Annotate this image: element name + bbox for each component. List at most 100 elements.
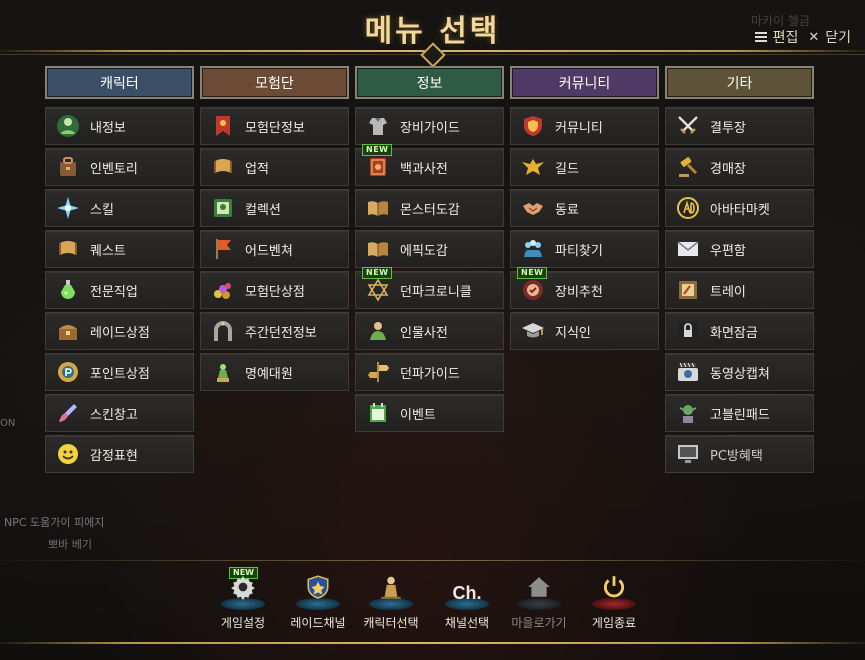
menu-item-label: 스킨창고 — [90, 407, 138, 423]
menu-item[interactable]: 포인트상점 — [45, 353, 194, 391]
crossed-swords-icon — [675, 113, 701, 139]
menu-item[interactable]: 지식인 — [510, 312, 659, 350]
menu-item-label: 아바타마켓 — [710, 202, 770, 218]
menu-item[interactable]: 스킬 — [45, 189, 194, 227]
menu-item[interactable]: NEW 백과사전 — [355, 144, 504, 186]
menu-item[interactable]: 던파가이드 — [355, 353, 504, 391]
menu-item[interactable]: NEW 장비추천 — [510, 267, 659, 309]
power-icon — [601, 574, 627, 604]
menu-item[interactable]: NEW 던파크로니클 — [355, 267, 504, 309]
raid-shield-button[interactable]: 레이드채널 — [282, 572, 354, 631]
lock-icon — [675, 318, 701, 344]
menu-item[interactable]: 모험단정보 — [200, 107, 349, 145]
column-header: 모험단 — [200, 66, 349, 99]
menu-item-label: 화면잠금 — [710, 325, 758, 341]
goblin-icon — [675, 400, 701, 426]
party-icon — [520, 236, 546, 262]
potion-icon — [55, 277, 81, 303]
channel-button[interactable]: Ch. 채널선택 — [431, 572, 503, 631]
channel-icon: Ch. — [452, 583, 482, 603]
treasure-icon — [210, 277, 236, 303]
menu-item[interactable]: 주간던전정보 — [200, 312, 349, 350]
menu-item[interactable]: PC방혜택 — [665, 435, 814, 473]
menu-item[interactable]: 전문직업 — [45, 271, 194, 309]
menu-item-label: 모험단상점 — [245, 284, 305, 300]
menu-column: 기타 결투장 경매장 아바타마켓 우편함 트레이 화면잠금 동영상캡쳐 고블린패드 PC방혜택 — [665, 66, 814, 476]
menu-item[interactable]: 에픽도감 — [355, 230, 504, 268]
banner-icon — [210, 113, 236, 139]
menu-item-label: 던파크로니클 — [400, 284, 472, 300]
signpost-icon — [365, 359, 391, 385]
menu-item-label: 우편함 — [710, 243, 746, 259]
menu-item[interactable]: 화면잠금 — [665, 312, 814, 350]
menu-item[interactable]: 내정보 — [45, 107, 194, 145]
bottom-button-label: 게임종료 — [591, 616, 637, 630]
power-button[interactable]: 게임종료 — [578, 572, 650, 631]
menu-item[interactable]: 우편함 — [665, 230, 814, 268]
menu-header: 마카이 헬금 메뉴 선택 편집 ✕ 닫기 — [0, 0, 865, 68]
menu-item[interactable]: 커뮤니티 — [510, 107, 659, 145]
edge-text: ON — [0, 418, 16, 429]
home-icon — [526, 574, 552, 604]
close-button[interactable]: ✕ 닫기 — [808, 27, 851, 47]
close-icon: ✕ — [808, 29, 820, 45]
bottom-button-label: 채널선택 — [444, 616, 490, 630]
menu-item[interactable]: 업적 — [200, 148, 349, 186]
gear-button[interactable]: NEW 게임설정 — [207, 567, 279, 631]
menu-item[interactable]: 스킨창고 — [45, 394, 194, 432]
menu-item-label: 트레이 — [710, 284, 746, 300]
menu-item[interactable]: 인벤토리 — [45, 148, 194, 186]
bag-icon — [55, 154, 81, 180]
eagle-icon — [520, 154, 546, 180]
menu-item[interactable]: 인물사전 — [355, 312, 504, 350]
menu-item[interactable]: 고블린패드 — [665, 394, 814, 432]
shield-icon — [520, 113, 546, 139]
hexagram-icon — [365, 277, 391, 303]
open-book-icon — [365, 236, 391, 262]
menu-item[interactable]: 트레이 — [665, 271, 814, 309]
raid-shield-icon — [305, 574, 331, 604]
menu-item-label: 어드벤쳐 — [245, 243, 293, 259]
menu-item[interactable]: 동영상캡쳐 — [665, 353, 814, 391]
menu-item[interactable]: 동료 — [510, 189, 659, 227]
avatar-market-icon — [675, 195, 701, 221]
calendar-icon — [365, 400, 391, 426]
menu-item[interactable]: 명예대원 — [200, 353, 349, 391]
menu-item[interactable]: 레이드상점 — [45, 312, 194, 350]
handshake-icon — [520, 195, 546, 221]
flag-icon — [210, 236, 236, 262]
edit-button[interactable]: 편집 — [754, 27, 798, 47]
menu-item[interactable]: 몬스터도감 — [355, 189, 504, 227]
menu-item[interactable]: 장비가이드 — [355, 107, 504, 145]
menu-item-label: 경매장 — [710, 161, 746, 177]
menu-item[interactable]: 길드 — [510, 148, 659, 186]
bottom-button-label: 게임설정 — [220, 616, 266, 630]
character-icon — [55, 113, 81, 139]
menu-item[interactable]: 감정표현 — [45, 435, 194, 473]
character-select-button[interactable]: 캐릭터선택 — [355, 572, 427, 631]
menu-item[interactable]: 모험단상점 — [200, 271, 349, 309]
npc-help-subtext: 뽀바 베기 — [48, 538, 92, 551]
menu-item-label: 모험단정보 — [245, 120, 305, 136]
column-header: 커뮤니티 — [510, 66, 659, 99]
gate-icon — [210, 318, 236, 344]
menu-item[interactable]: 파티찾기 — [510, 230, 659, 268]
menu-item[interactable]: 경매장 — [665, 148, 814, 186]
menu-item[interactable]: 컬렉션 — [200, 189, 349, 227]
menu-item[interactable]: 결투장 — [665, 107, 814, 145]
column-header: 정보 — [355, 66, 504, 99]
menu-item[interactable]: 퀘스트 — [45, 230, 194, 268]
menu-item[interactable]: 이벤트 — [355, 394, 504, 432]
menu-item-label: 이벤트 — [400, 407, 436, 423]
menu-item-label: 명예대원 — [245, 366, 293, 382]
book-icon — [365, 154, 391, 180]
menu-item-label: 길드 — [555, 161, 579, 177]
home-button[interactable]: 마을로가기 — [503, 572, 575, 631]
menu-item-label: 결투장 — [710, 120, 746, 136]
menu-item-label: 레이드상점 — [90, 325, 150, 341]
column-header: 캐릭터 — [45, 66, 194, 99]
menu-item[interactable]: 어드벤쳐 — [200, 230, 349, 268]
bottom-frame-line — [0, 642, 865, 644]
sparkle-icon — [55, 195, 81, 221]
menu-item[interactable]: 아바타마켓 — [665, 189, 814, 227]
